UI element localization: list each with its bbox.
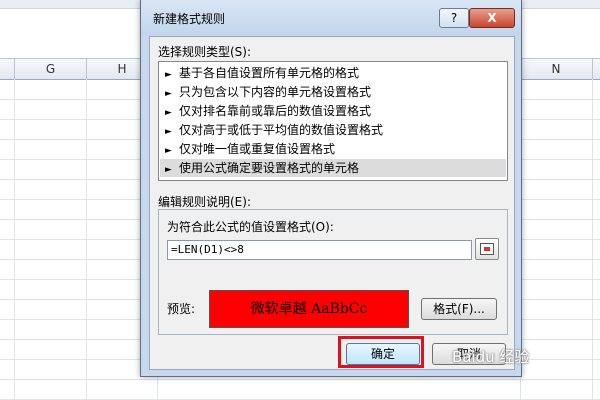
column-header-n[interactable]: N <box>520 59 593 79</box>
rule-type-label: 选择规则类型(S): <box>158 45 252 59</box>
ok-button-highlight-box <box>338 336 424 368</box>
dialog-title: 新建格式规则 <box>153 12 226 26</box>
rule-type-list[interactable]: ► 基于各自值设置所有单元格的格式 ► 只为包含以下内容的单元格设置格式 ► 仅对排名… <box>158 61 508 181</box>
collapse-dialog-button[interactable] <box>475 238 499 260</box>
dialog-client-area: 选择规则类型(S): ► 基于各自值设置所有单元格的格式 ► 只为包含以下内容的单元… <box>149 36 515 370</box>
triangle-right-icon: ► <box>165 89 172 99</box>
preview-label: 预览: <box>167 302 196 316</box>
formula-label: 为符合此公式的值设置格式(O): <box>167 220 334 234</box>
range-select-icon <box>480 243 494 255</box>
rule-type-item-selected[interactable]: ► 使用公式确定要设置格式的单元格 <box>160 159 506 177</box>
triangle-right-icon: ► <box>165 70 172 80</box>
rule-type-item[interactable]: ► 基于各自值设置所有单元格的格式 <box>165 64 501 82</box>
column-header-partial[interactable] <box>0 59 15 79</box>
format-button[interactable]: 格式(F)... <box>421 298 497 320</box>
close-button[interactable]: X <box>469 8 515 28</box>
watermark: Baidu 经验 <box>452 348 530 366</box>
rule-type-item[interactable]: ► 仅对高于或低于平均值的数值设置格式 <box>165 121 501 139</box>
triangle-right-icon: ► <box>165 146 172 156</box>
column-header-g[interactable]: G <box>15 59 87 79</box>
rule-type-item[interactable]: ► 仅对排名靠前或靠后的数值设置格式 <box>165 102 501 120</box>
triangle-right-icon: ► <box>165 127 172 137</box>
format-preview: 微软卓越 AaBbCc <box>209 290 409 328</box>
triangle-right-icon: ► <box>165 108 172 118</box>
help-button[interactable]: ? <box>439 8 469 28</box>
rule-description-group: 为符合此公式的值设置格式(O): =LEN(D1)<>8 预览: 微软卓越 Aa… <box>158 209 508 335</box>
formula-input[interactable]: =LEN(D1)<>8 <box>167 240 472 260</box>
rule-type-item[interactable]: ► 仅对唯一值或重复值设置格式 <box>165 140 501 158</box>
rule-type-item[interactable]: ► 只为包含以下内容的单元格设置格式 <box>165 83 501 101</box>
triangle-right-icon: ► <box>165 165 172 175</box>
edit-rule-label: 编辑规则说明(E): <box>158 195 251 209</box>
dialog-titlebar[interactable]: 新建格式规则 ? X <box>141 0 521 36</box>
new-format-rule-dialog: 新建格式规则 ? X 选择规则类型(S): ► 基于各自值设置所有单元格的格式 ►… <box>140 0 522 377</box>
